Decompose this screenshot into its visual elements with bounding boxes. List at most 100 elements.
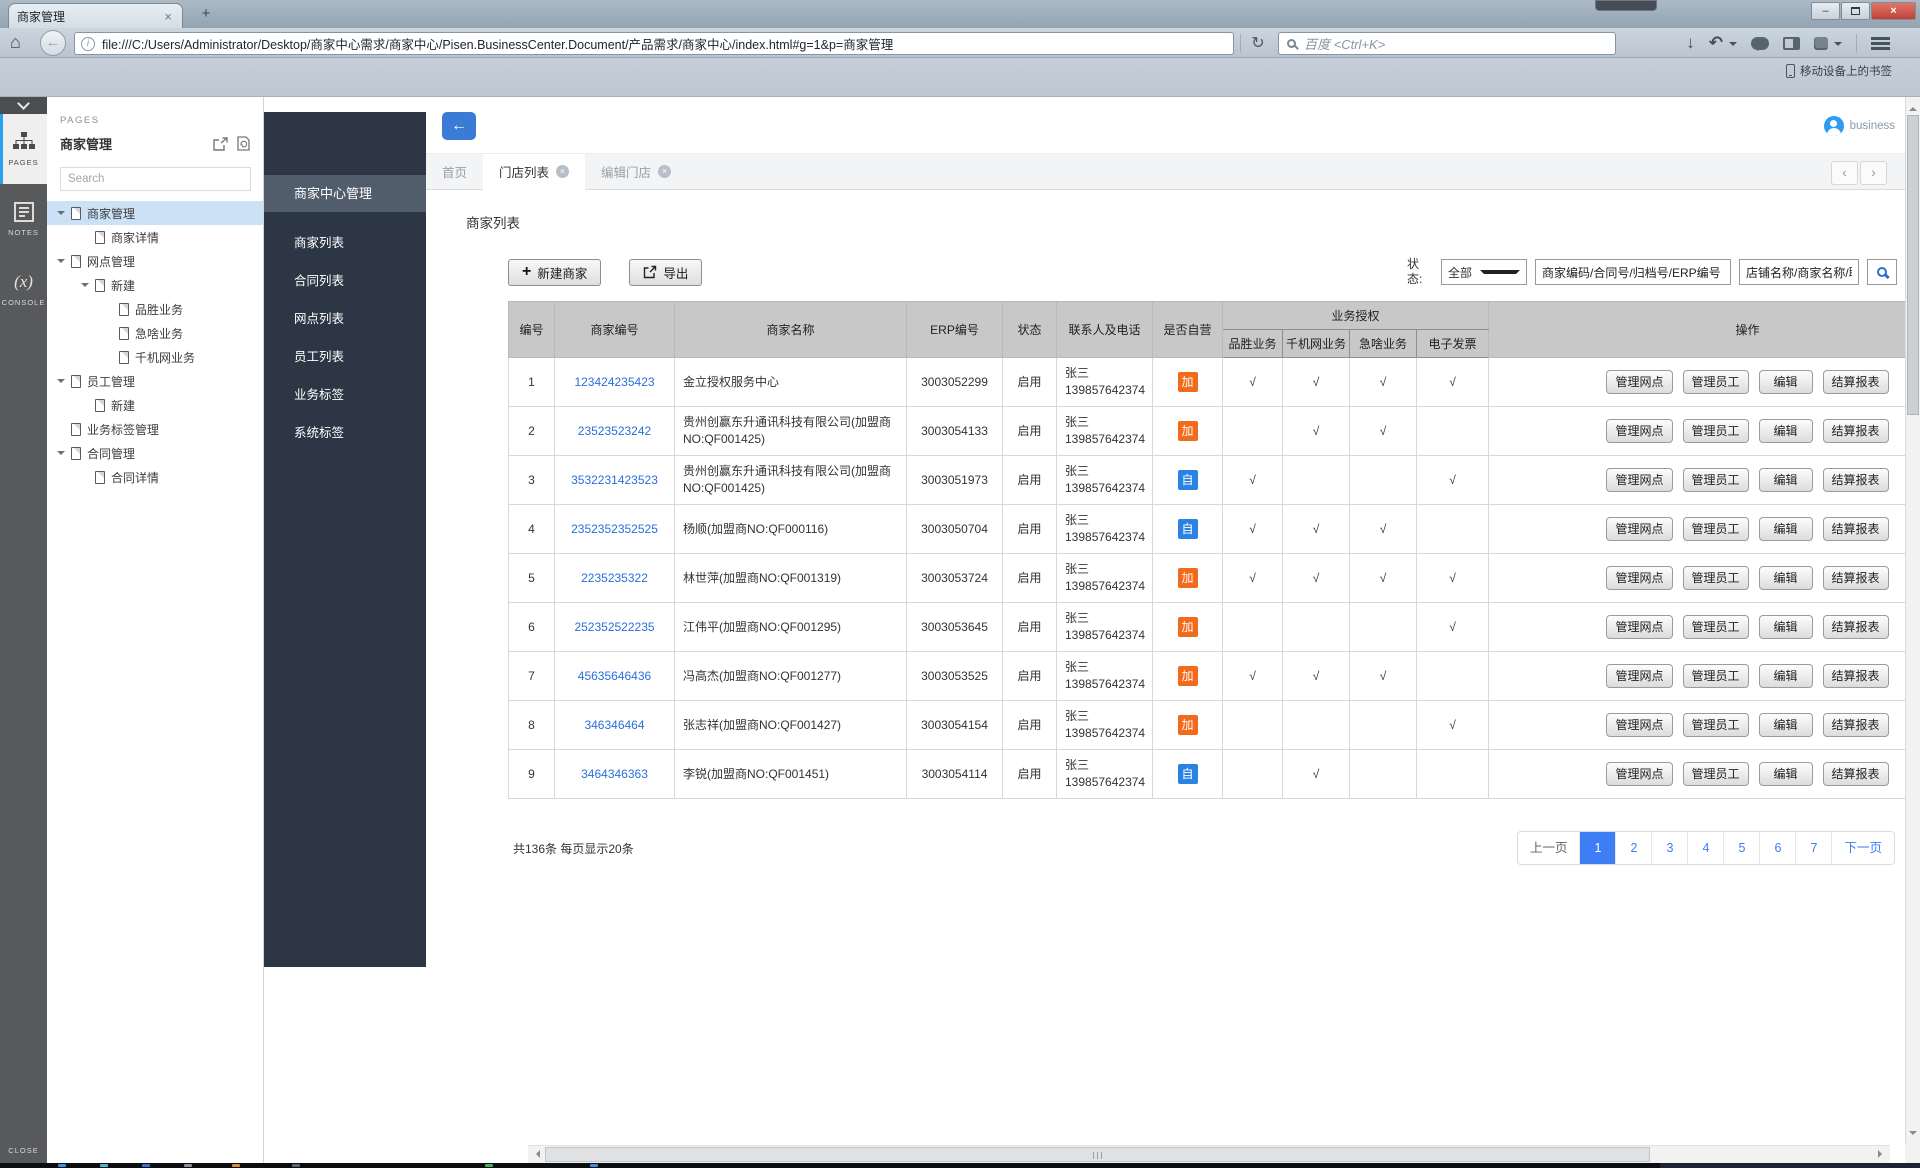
settlement-report-button[interactable]: 结算报表 (1823, 664, 1889, 688)
manage-branch-button[interactable]: 管理网点 (1606, 566, 1672, 590)
edit-button[interactable]: 编辑 (1759, 370, 1813, 394)
manage-staff-button[interactable]: 管理员工 (1683, 615, 1749, 639)
horizontal-scrollbar[interactable] (528, 1145, 1890, 1163)
taskbar-icon[interactable] (485, 1164, 493, 1167)
expand-arrow-icon[interactable] (57, 211, 65, 219)
menu-item[interactable]: 网点列表 (264, 300, 426, 338)
undo-dropdown-icon[interactable] (1729, 42, 1737, 50)
tab-close-icon[interactable]: × (658, 165, 671, 178)
rail-tab-notes[interactable]: NOTES (0, 184, 47, 254)
merchant-code-search-input[interactable] (1535, 259, 1731, 285)
status-select[interactable]: 全部 (1441, 259, 1527, 285)
browser-search-box[interactable]: 百度 <Ctrl+K> (1278, 32, 1616, 55)
bookmark-mobile[interactable]: 移动设备上的书签 (1786, 63, 1892, 79)
menu-icon[interactable] (1871, 37, 1890, 50)
tree-item[interactable]: 合同详情 (47, 465, 263, 489)
settlement-report-button[interactable]: 结算报表 (1823, 615, 1889, 639)
undo-icon[interactable]: ↶ (1709, 32, 1723, 54)
rail-tab-console[interactable]: (x) CONSOLE (0, 254, 47, 324)
scroll-down-icon[interactable] (1909, 1131, 1917, 1139)
rail-tab-pages[interactable]: PAGES (0, 114, 47, 184)
merchant-no-link[interactable]: 2235235322 (581, 571, 648, 585)
manage-staff-button[interactable]: 管理员工 (1683, 370, 1749, 394)
page-button[interactable]: 2 (1615, 832, 1651, 864)
page-button[interactable]: 4 (1687, 832, 1723, 864)
tree-item[interactable]: 合同管理 (47, 441, 263, 465)
refresh-page-icon[interactable] (237, 136, 250, 151)
manage-branch-button[interactable]: 管理网点 (1606, 370, 1672, 394)
expand-arrow-icon[interactable] (57, 451, 65, 459)
user-chip[interactable]: business (1824, 116, 1895, 136)
back-button[interactable]: ← (40, 30, 66, 56)
taskbar-icon[interactable] (184, 1164, 192, 1167)
settlement-report-button[interactable]: 结算报表 (1823, 517, 1889, 541)
menu-item[interactable]: 业务标签 (264, 376, 426, 414)
merchant-no-link[interactable]: 2352352352525 (571, 522, 658, 536)
menu-item[interactable]: 员工列表 (264, 338, 426, 376)
page-button[interactable]: 下一页 (1831, 832, 1894, 864)
taskbar-icon[interactable] (58, 1164, 66, 1167)
settlement-report-button[interactable]: 结算报表 (1823, 566, 1889, 590)
tabs-next-button[interactable]: › (1860, 161, 1887, 185)
merchant-no-link[interactable]: 252352522235 (574, 620, 654, 634)
new-tab-button[interactable]: + (194, 6, 218, 23)
download-icon[interactable]: ↓ (1686, 32, 1695, 54)
tree-item[interactable]: 员工管理 (47, 369, 263, 393)
sidebar-panel-icon[interactable] (1783, 37, 1800, 50)
plugin-icon[interactable] (1814, 37, 1828, 50)
tree-item[interactable]: 品胜业务 (47, 297, 263, 321)
tabs-prev-button[interactable]: ‹ (1831, 161, 1858, 185)
rail-close-button[interactable]: CLOSE (0, 1146, 47, 1155)
merchant-no-link[interactable]: 3532231423523 (571, 473, 658, 487)
taskbar-icon[interactable] (590, 1164, 598, 1167)
expand-arrow-icon[interactable] (81, 283, 89, 291)
edit-button[interactable]: 编辑 (1759, 713, 1813, 737)
page-info-icon[interactable]: i (81, 37, 95, 51)
manage-branch-button[interactable]: 管理网点 (1606, 468, 1672, 492)
edit-button[interactable]: 编辑 (1759, 419, 1813, 443)
search-button[interactable] (1867, 259, 1897, 285)
tab-close-icon[interactable]: × (162, 9, 174, 24)
edit-button[interactable]: 编辑 (1759, 566, 1813, 590)
settlement-report-button[interactable]: 结算报表 (1823, 419, 1889, 443)
vertical-scroll-thumb[interactable] (1907, 115, 1919, 415)
merchant-no-link[interactable]: 45635646436 (578, 669, 651, 683)
merchant-no-link[interactable]: 123424235423 (574, 375, 654, 389)
menu-header[interactable]: 商家中心管理 (264, 175, 426, 212)
menu-item[interactable]: 商家列表 (264, 224, 426, 262)
tab-close-icon[interactable]: × (556, 165, 569, 178)
export-button[interactable]: 导出 (629, 259, 702, 286)
store-name-search-input[interactable] (1739, 259, 1859, 285)
collapse-rail-button[interactable] (0, 97, 47, 114)
manage-staff-button[interactable]: 管理员工 (1683, 517, 1749, 541)
page-button[interactable]: 5 (1723, 832, 1759, 864)
scroll-up-icon[interactable] (1909, 103, 1917, 111)
manage-branch-button[interactable]: 管理网点 (1606, 517, 1672, 541)
url-bar[interactable]: i file:///C:/Users/Administrator/Desktop… (74, 32, 1234, 55)
vertical-scrollbar[interactable] (1905, 97, 1920, 1163)
pages-search-input[interactable] (60, 167, 251, 191)
edit-button[interactable]: 编辑 (1759, 664, 1813, 688)
app-tab[interactable]: 门店列表× (483, 154, 585, 190)
edit-button[interactable]: 编辑 (1759, 615, 1813, 639)
manage-staff-button[interactable]: 管理员工 (1683, 762, 1749, 786)
page-button[interactable]: 上一页 (1518, 832, 1580, 864)
chat-icon[interactable] (1751, 37, 1769, 50)
tree-item[interactable]: 千机网业务 (47, 345, 263, 369)
tree-item[interactable]: 网点管理 (47, 249, 263, 273)
manage-branch-button[interactable]: 管理网点 (1606, 615, 1672, 639)
merchant-no-link[interactable]: 346346464 (584, 718, 644, 732)
settlement-report-button[interactable]: 结算报表 (1823, 762, 1889, 786)
expand-arrow-icon[interactable] (57, 259, 65, 267)
merchant-no-link[interactable]: 3464346363 (581, 767, 648, 781)
reload-icon[interactable]: ↻ (1246, 33, 1270, 55)
home-icon[interactable]: ⌂ (10, 32, 21, 53)
taskbar-icon[interactable] (142, 1164, 150, 1167)
page-button[interactable]: 6 (1759, 832, 1795, 864)
open-external-icon[interactable] (213, 137, 228, 151)
app-back-button[interactable]: ← (442, 112, 476, 140)
horizontal-scroll-thumb[interactable] (545, 1147, 1650, 1162)
manage-staff-button[interactable]: 管理员工 (1683, 664, 1749, 688)
merchant-no-link[interactable]: 23523523242 (578, 424, 651, 438)
manage-staff-button[interactable]: 管理员工 (1683, 419, 1749, 443)
